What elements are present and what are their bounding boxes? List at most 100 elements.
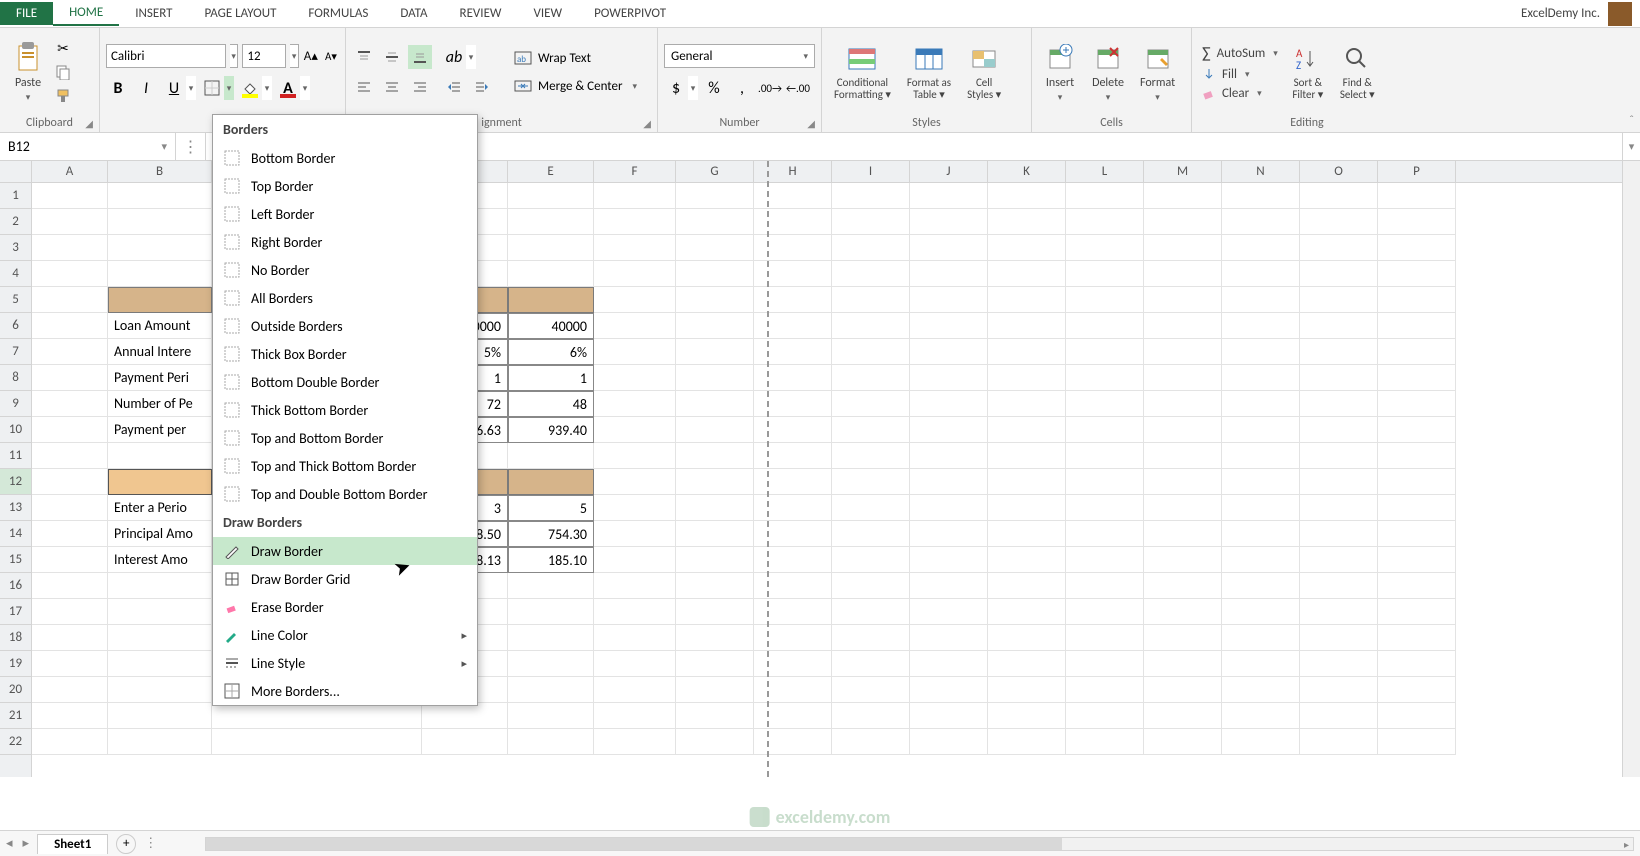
bold-button[interactable]: B	[106, 76, 130, 100]
cell[interactable]	[910, 573, 988, 599]
cell[interactable]	[910, 547, 988, 573]
cell[interactable]	[108, 261, 212, 287]
cell[interactable]	[832, 599, 910, 625]
row-header[interactable]: 22	[0, 729, 31, 755]
row-header[interactable]: 18	[0, 625, 31, 651]
menu-item-outside-borders[interactable]: Outside Borders	[213, 312, 477, 340]
fx-buttons[interactable]: ⋮	[183, 137, 199, 157]
cell[interactable]	[1378, 287, 1456, 313]
conditional-formatting-button[interactable]: ConditionalFormatting ▾	[828, 41, 897, 103]
cell[interactable]	[754, 547, 832, 573]
cell[interactable]	[754, 573, 832, 599]
cell[interactable]	[32, 625, 108, 651]
row-header[interactable]: 20	[0, 677, 31, 703]
cell[interactable]	[1378, 339, 1456, 365]
cell[interactable]	[754, 469, 832, 495]
tab-insert[interactable]: INSERT	[119, 2, 188, 25]
cell[interactable]	[1300, 339, 1378, 365]
cell[interactable]	[754, 209, 832, 235]
cell[interactable]: 6%	[508, 339, 594, 365]
font-name-input[interactable]	[106, 44, 226, 68]
cell[interactable]	[910, 235, 988, 261]
cell[interactable]	[676, 729, 754, 755]
cell[interactable]	[832, 209, 910, 235]
cell[interactable]	[1066, 599, 1144, 625]
increase-decimal-icon[interactable]: .00→	[758, 76, 782, 100]
cell[interactable]	[910, 703, 988, 729]
align-middle-icon[interactable]	[380, 45, 404, 69]
cell[interactable]	[1066, 703, 1144, 729]
cell[interactable]	[1144, 599, 1222, 625]
cell[interactable]	[1066, 313, 1144, 339]
cell[interactable]	[1378, 677, 1456, 703]
cell[interactable]	[1222, 261, 1300, 287]
cell[interactable]	[108, 573, 212, 599]
row-header[interactable]: 7	[0, 339, 31, 365]
cell[interactable]	[508, 183, 594, 209]
cell[interactable]	[754, 677, 832, 703]
align-bottom-icon[interactable]	[408, 45, 432, 69]
tab-formulas[interactable]: FORMULAS	[292, 2, 384, 25]
cell[interactable]	[1222, 521, 1300, 547]
font-color-dropdown[interactable]: ▾	[300, 76, 310, 100]
cell[interactable]	[754, 495, 832, 521]
cell[interactable]	[1222, 183, 1300, 209]
cell[interactable]: Interest Amo	[108, 547, 212, 573]
cell[interactable]	[988, 235, 1066, 261]
row-header[interactable]: 8	[0, 365, 31, 391]
underline-button[interactable]: U	[162, 76, 186, 100]
orientation-dropdown[interactable]: ▾	[466, 45, 476, 69]
clipboard-launcher[interactable]: ◢	[85, 117, 93, 130]
cell[interactable]	[108, 183, 212, 209]
cell[interactable]: 939.40	[508, 417, 594, 443]
cell[interactable]	[988, 573, 1066, 599]
cell[interactable]	[988, 287, 1066, 313]
cell[interactable]	[108, 287, 212, 313]
row-header[interactable]: 21	[0, 703, 31, 729]
cell[interactable]	[32, 313, 108, 339]
cell[interactable]	[988, 729, 1066, 755]
cell[interactable]	[988, 495, 1066, 521]
cell[interactable]	[32, 703, 108, 729]
cell[interactable]	[832, 417, 910, 443]
column-header[interactable]: B	[108, 161, 212, 182]
cell[interactable]	[1222, 339, 1300, 365]
cell[interactable]	[1222, 469, 1300, 495]
cell[interactable]	[1144, 625, 1222, 651]
cell[interactable]	[1066, 469, 1144, 495]
cell[interactable]	[910, 365, 988, 391]
cell[interactable]	[832, 235, 910, 261]
cell[interactable]	[832, 703, 910, 729]
menu-item-right-border[interactable]: Right Border	[213, 228, 477, 256]
cell[interactable]	[1066, 677, 1144, 703]
cell[interactable]	[1066, 443, 1144, 469]
fill-button[interactable]: Fill▾	[1198, 66, 1282, 83]
cell[interactable]	[594, 521, 676, 547]
cell[interactable]	[832, 573, 910, 599]
cell[interactable]	[910, 417, 988, 443]
cell[interactable]	[988, 625, 1066, 651]
cell[interactable]	[832, 287, 910, 313]
cell[interactable]	[832, 625, 910, 651]
cell[interactable]	[1144, 443, 1222, 469]
cell[interactable]	[832, 521, 910, 547]
cell[interactable]	[676, 391, 754, 417]
insert-cells-button[interactable]: Insert▾	[1038, 40, 1082, 105]
cell[interactable]	[988, 443, 1066, 469]
add-sheet-button[interactable]: +	[116, 834, 136, 854]
cell[interactable]	[1066, 209, 1144, 235]
cell[interactable]	[1144, 703, 1222, 729]
cell[interactable]	[1378, 391, 1456, 417]
menu-item-no-border[interactable]: No Border	[213, 256, 477, 284]
cell[interactable]	[832, 365, 910, 391]
cell[interactable]	[594, 391, 676, 417]
cell[interactable]	[676, 261, 754, 287]
menu-item-top-and-bottom-border[interactable]: Top and Bottom Border	[213, 424, 477, 452]
cell[interactable]	[32, 729, 108, 755]
decrease-font-icon[interactable]: A▾	[323, 44, 339, 68]
column-header[interactable]: P	[1378, 161, 1456, 182]
cell[interactable]	[910, 287, 988, 313]
cell[interactable]	[1144, 235, 1222, 261]
cell[interactable]	[508, 469, 594, 495]
comma-format-icon[interactable]: ,	[730, 76, 754, 100]
